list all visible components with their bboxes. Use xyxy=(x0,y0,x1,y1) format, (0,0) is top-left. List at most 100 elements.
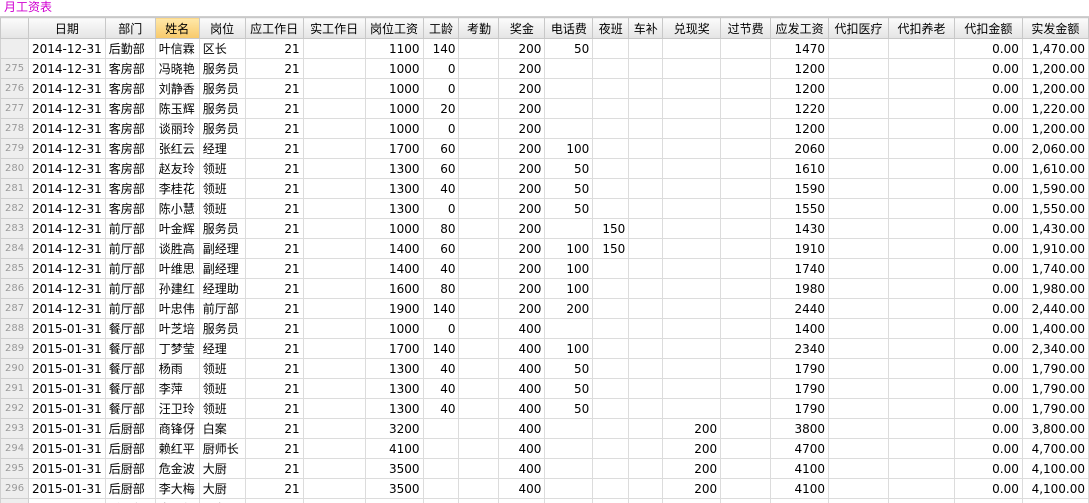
table-row[interactable]: 279 2014-12-31 客房部 张红云 经理 21 1700 60 200 100 2060 0… xyxy=(0,138,1089,159)
table-cell[interactable]: 丁梦莹 xyxy=(154,338,200,359)
table-cell[interactable]: 400 xyxy=(498,338,546,359)
table-cell[interactable] xyxy=(592,438,630,459)
table-cell[interactable]: 4100 xyxy=(770,458,830,479)
table-cell[interactable]: 200 xyxy=(498,118,546,139)
table-cell[interactable]: 赖红平 xyxy=(154,438,200,459)
table-cell[interactable]: 2014-12-31 xyxy=(27,258,106,279)
table-cell[interactable]: 150 xyxy=(592,238,630,259)
table-cell[interactable] xyxy=(888,158,955,179)
table-cell[interactable]: 前厅部 xyxy=(104,218,156,239)
table-cell[interactable] xyxy=(720,238,772,259)
table-cell[interactable] xyxy=(592,418,630,439)
table-cell[interactable] xyxy=(720,278,772,299)
table-cell[interactable] xyxy=(828,118,889,139)
table-row[interactable]: 294 2015-01-31 后厨部 赖红平 厨师长 21 4100 400 200 4700 0.… xyxy=(0,438,1089,459)
table-cell[interactable]: 谈丽玲 xyxy=(154,118,200,139)
table-cell[interactable]: 1000 xyxy=(364,58,424,79)
table-cell[interactable]: 0.00 xyxy=(953,318,1023,339)
table-row[interactable]: 276 2014-12-31 客房部 刘静香 服务员 21 1000 0 200 1200 0.00… xyxy=(0,78,1089,99)
table-row[interactable]: 283 2014-12-31 前厅部 叶金辉 服务员 21 1000 80 200 150 1430… xyxy=(0,218,1089,239)
table-cell[interactable] xyxy=(422,438,460,459)
table-cell[interactable] xyxy=(720,98,772,119)
table-cell[interactable]: 2015-01-31 xyxy=(27,378,106,399)
table-cell[interactable]: 100 xyxy=(544,338,594,359)
table-cell[interactable]: 21 xyxy=(244,58,304,79)
column-header[interactable]: 代扣养老 xyxy=(888,17,955,39)
table-row[interactable]: 293 2015-01-31 后厨部 商锋伢 白案 21 3200 400 200 3800 0.0… xyxy=(0,418,1089,439)
table-cell[interactable]: 1700 xyxy=(364,138,424,159)
table-cell[interactable] xyxy=(458,298,500,319)
table-cell[interactable]: 李桂花 xyxy=(154,178,200,199)
table-cell[interactable]: 2014-12-31 xyxy=(27,158,106,179)
table-cell[interactable] xyxy=(888,338,955,359)
table-cell[interactable]: 1400 xyxy=(770,318,830,339)
table-cell[interactable] xyxy=(828,138,889,159)
table-cell[interactable]: 200 xyxy=(498,158,546,179)
table-cell[interactable]: 2014-12-31 xyxy=(27,98,106,119)
table-cell[interactable]: 商锋伢 xyxy=(154,418,200,439)
table-cell[interactable] xyxy=(302,178,366,199)
table-cell[interactable]: 21 xyxy=(244,98,304,119)
table-cell[interactable]: 朱翠红 xyxy=(154,498,200,503)
table-cell[interactable]: 4,100.00 xyxy=(1021,478,1089,499)
table-cell[interactable]: 经理 xyxy=(198,138,246,159)
table-cell[interactable]: 1000 xyxy=(364,98,424,119)
table-cell[interactable]: 0 xyxy=(422,118,460,139)
table-cell[interactable] xyxy=(458,198,500,219)
table-cell[interactable]: 21 xyxy=(244,158,304,179)
table-cell[interactable]: 1000 xyxy=(364,318,424,339)
table-cell[interactable]: 2015-01-31 xyxy=(27,478,106,499)
table-cell[interactable] xyxy=(888,318,955,339)
table-row[interactable]: 281 2014-12-31 客房部 李桂花 领班 21 1300 40 200 50 1590 0.… xyxy=(0,178,1089,199)
table-cell[interactable] xyxy=(828,278,889,299)
table-cell[interactable]: 1,910.00 xyxy=(1021,238,1089,259)
table-cell[interactable]: 1,200.00 xyxy=(1021,118,1089,139)
table-cell[interactable]: 后厨部 xyxy=(104,498,156,503)
table-cell[interactable]: 2015-01-31 xyxy=(27,358,106,379)
table-cell[interactable] xyxy=(458,118,500,139)
table-cell[interactable]: 200 xyxy=(498,298,546,319)
table-cell[interactable] xyxy=(720,378,772,399)
table-cell[interactable] xyxy=(592,98,630,119)
table-cell[interactable] xyxy=(662,178,722,199)
table-cell[interactable] xyxy=(628,278,664,299)
table-cell[interactable]: 领班 xyxy=(198,378,246,399)
table-cell[interactable]: 1,590.00 xyxy=(1021,178,1089,199)
table-cell[interactable]: 2014-12-31 xyxy=(27,238,106,259)
table-cell[interactable]: 40 xyxy=(422,378,460,399)
table-cell[interactable] xyxy=(720,138,772,159)
table-cell[interactable] xyxy=(458,38,500,59)
table-cell[interactable]: 1200 xyxy=(770,118,830,139)
table-cell[interactable] xyxy=(458,78,500,99)
table-cell[interactable]: 1900 xyxy=(364,298,424,319)
table-cell[interactable]: 餐厅部 xyxy=(104,378,156,399)
partially-visible-row[interactable]: 2014-12-31 后勤部 叶信霖 区长 21 1100 140 200 50 1470 0.00… xyxy=(0,38,1089,59)
table-cell[interactable] xyxy=(592,78,630,99)
table-cell[interactable]: 3500 xyxy=(364,478,424,499)
table-cell[interactable]: 0.00 xyxy=(953,198,1023,219)
table-cell[interactable]: 2015-01-31 xyxy=(27,318,106,339)
table-cell[interactable]: 前厅部 xyxy=(104,238,156,259)
table-cell[interactable]: 0.00 xyxy=(953,298,1023,319)
table-cell[interactable] xyxy=(422,478,460,499)
table-cell[interactable]: 21 xyxy=(244,138,304,159)
table-cell[interactable]: 2014-12-31 xyxy=(27,298,106,319)
table-cell[interactable] xyxy=(628,218,664,239)
table-cell[interactable]: 叶金辉 xyxy=(154,218,200,239)
table-cell[interactable]: 50 xyxy=(544,358,594,379)
table-cell[interactable] xyxy=(720,178,772,199)
table-cell[interactable]: 21 xyxy=(244,278,304,299)
table-cell[interactable]: 1000 xyxy=(364,118,424,139)
table-cell[interactable] xyxy=(302,358,366,379)
table-cell[interactable] xyxy=(720,358,772,379)
table-cell[interactable]: 1300 xyxy=(364,178,424,199)
table-cell[interactable] xyxy=(592,58,630,79)
table-cell[interactable] xyxy=(592,38,630,59)
table-cell[interactable]: 0.00 xyxy=(953,418,1023,439)
table-cell[interactable] xyxy=(302,418,366,439)
table-cell[interactable]: 3,800.00 xyxy=(1021,418,1089,439)
table-cell[interactable]: 21 xyxy=(244,378,304,399)
table-cell[interactable]: 2340 xyxy=(770,338,830,359)
table-cell[interactable]: 客房部 xyxy=(104,118,156,139)
table-cell[interactable] xyxy=(302,498,366,503)
